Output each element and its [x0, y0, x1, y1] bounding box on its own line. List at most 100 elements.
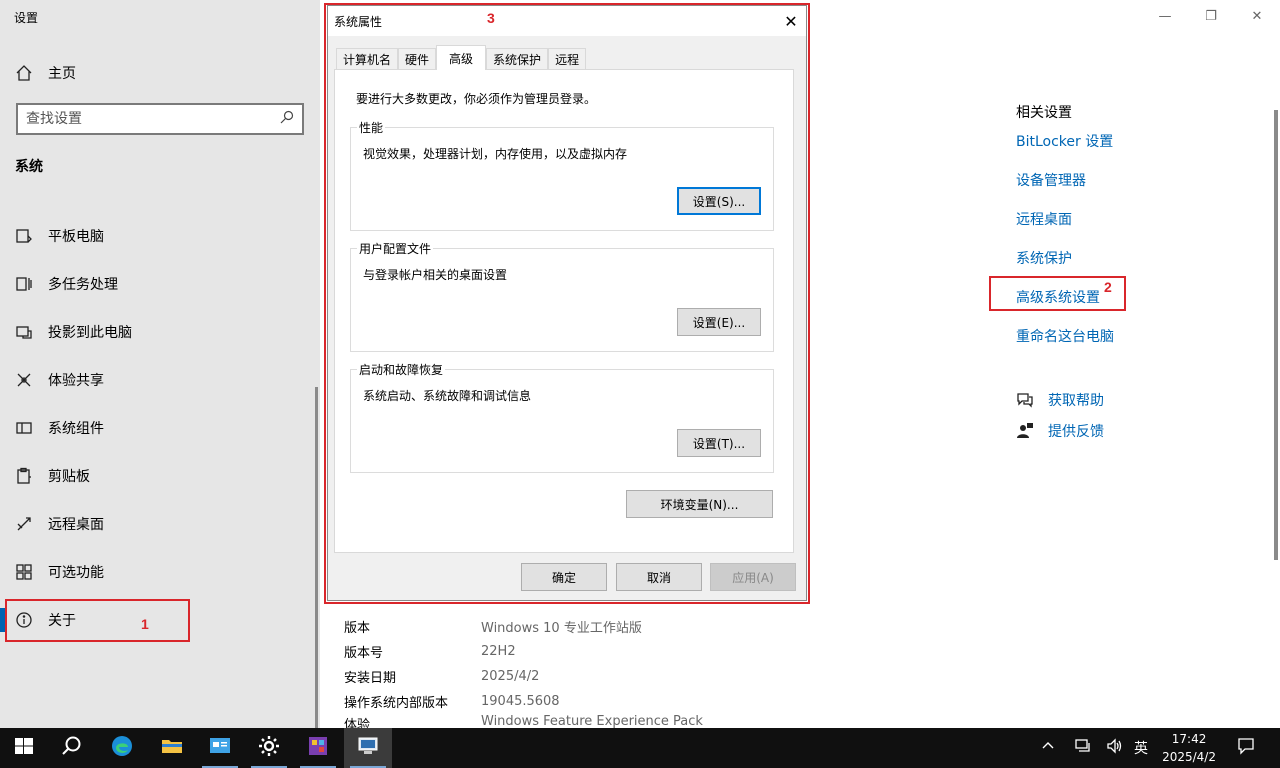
section-title: 系统 [15, 159, 43, 175]
spec-label: 体验 [344, 718, 371, 728]
tray-overflow-button[interactable] [1040, 728, 1056, 768]
rename-pc-link[interactable]: 重命名这台电脑 [1016, 327, 1114, 366]
sidebar-item-label: 远程桌面 [48, 517, 104, 533]
nav-home-label: 主页 [48, 66, 76, 82]
spec-value: 19045.5608 [481, 694, 560, 709]
app-taskbar-button[interactable] [294, 728, 342, 768]
network-tray-icon-button[interactable] [1074, 728, 1092, 768]
sidebar-item-label: 系统组件 [48, 421, 104, 437]
spec-label: 操作系统内部版本 [344, 696, 449, 711]
bitlocker-link[interactable]: BitLocker 设置 [1016, 132, 1114, 171]
main-scrollbar[interactable] [1274, 110, 1278, 560]
sidebar-item-multitask[interactable]: 多任务处理 [0, 260, 320, 308]
close-icon: ✕ [1251, 8, 1263, 24]
spec-row: 体验 Windows Feature Experience Pack [344, 714, 703, 728]
home-icon [14, 63, 34, 83]
control-panel-button[interactable] [196, 728, 244, 768]
sidebar-item-label: 投影到此电脑 [48, 325, 132, 341]
sidebar-scrollbar[interactable] [315, 387, 318, 728]
sidebar-item-label: 剪贴板 [48, 469, 90, 485]
annotation-box-3 [324, 3, 810, 604]
spec-value: Windows Feature Experience Pack [481, 714, 703, 728]
restore-icon: ❐ [1205, 8, 1217, 24]
nav-home[interactable]: 主页 [0, 56, 320, 90]
sidebar-item-share[interactable]: 体验共享 [0, 356, 320, 404]
windows-spec-table: 版本 Windows 10 专业工作站版 版本号 22H2 安装日期 2025/4/2… [344, 614, 703, 728]
edge-button[interactable] [98, 728, 146, 768]
ime-indicator[interactable]: 英 [1134, 728, 1148, 768]
multitask-icon [14, 274, 34, 294]
spec-row: 操作系统内部版本 19045.5608 [344, 689, 703, 714]
windows-logo-icon [12, 734, 36, 762]
app-title: 设置 [14, 11, 39, 25]
sidebar-item-project[interactable]: 投影到此电脑 [0, 308, 320, 356]
components-icon [14, 418, 34, 438]
close-window-button[interactable]: ✕ [1234, 0, 1280, 32]
notification-icon [1236, 736, 1256, 760]
volume-icon [1106, 737, 1124, 759]
share-icon [14, 370, 34, 390]
sidebar-item-components[interactable]: 系统组件 [0, 404, 320, 452]
spec-label: 版本 [344, 621, 371, 636]
window-controls: — ❐ ✕ [1142, 0, 1280, 32]
annotation-number-1: 1 [141, 616, 149, 632]
search-input[interactable] [26, 111, 266, 127]
spec-value: 22H2 [481, 644, 516, 659]
feedback-label: 提供反馈 [1048, 424, 1104, 440]
computer-icon [356, 734, 380, 762]
gear-icon [257, 734, 281, 762]
sidebar-item-tablet[interactable]: 平板电脑 [0, 212, 320, 260]
settings-taskbar-button[interactable] [245, 728, 293, 768]
search-icon [60, 734, 84, 762]
chat-help-icon [1016, 391, 1034, 409]
device-manager-link[interactable]: 设备管理器 [1016, 171, 1114, 210]
restore-button[interactable]: ❐ [1188, 0, 1234, 32]
get-help-link[interactable]: 获取帮助 [1016, 390, 1104, 410]
minimize-button[interactable]: — [1142, 0, 1188, 32]
spec-label: 版本号 [344, 646, 384, 661]
sidebar-item-label: 可选功能 [48, 565, 104, 581]
system-properties-taskbar-button[interactable] [344, 728, 392, 768]
sidebar-item-label: 多任务处理 [48, 277, 118, 293]
sidebar-item-remote-desktop[interactable]: 远程桌面 [0, 500, 320, 548]
optional-features-icon [14, 562, 34, 582]
folder-icon [160, 734, 184, 762]
remote-desktop-link[interactable]: 远程桌面 [1016, 210, 1114, 249]
search-taskbar-button[interactable] [48, 728, 96, 768]
minimize-icon: — [1158, 8, 1172, 24]
app-icon [306, 734, 330, 762]
annotation-number-2: 2 [1104, 279, 1112, 295]
chevron-up-icon [1040, 738, 1056, 758]
search-box[interactable] [16, 103, 304, 135]
network-icon [1074, 737, 1092, 759]
file-explorer-button[interactable] [148, 728, 196, 768]
start-button[interactable] [0, 728, 48, 768]
volume-tray-button[interactable] [1106, 728, 1124, 768]
related-settings-title: 相关设置 [1016, 105, 1072, 121]
sidebar-item-label: 平板电脑 [48, 229, 104, 245]
clock[interactable]: 17:42 2025/4/2 [1162, 730, 1216, 766]
feedback-icon [1016, 422, 1034, 440]
feedback-link[interactable]: 提供反馈 [1016, 421, 1104, 441]
spec-row: 版本 Windows 10 专业工作站版 [344, 614, 703, 639]
spec-row: 版本号 22H2 [344, 639, 703, 664]
project-icon [14, 322, 34, 342]
clock-date: 2025/4/2 [1162, 750, 1216, 764]
annotation-box-1 [5, 599, 190, 642]
spec-value: Windows 10 专业工作站版 [481, 621, 642, 636]
spec-label: 安装日期 [344, 671, 397, 686]
remote-desktop-icon [14, 514, 34, 534]
sidebar-item-optional-features[interactable]: 可选功能 [0, 548, 320, 596]
nav-list: 平板电脑 多任务处理 投影到此电脑 体验共享 系统组件 剪贴板 远程桌面 可选功… [0, 212, 320, 644]
control-panel-icon [208, 734, 232, 762]
get-help-label: 获取帮助 [1048, 393, 1104, 409]
sidebar-item-label: 体验共享 [48, 373, 104, 389]
clipboard-icon [14, 466, 34, 486]
search-icon[interactable] [280, 110, 294, 128]
action-center-button[interactable] [1236, 728, 1256, 768]
sidebar-item-clipboard[interactable]: 剪贴板 [0, 452, 320, 500]
spec-row: 安装日期 2025/4/2 [344, 664, 703, 689]
taskbar: 英 17:42 2025/4/2 [0, 728, 1280, 768]
annotation-number-3: 3 [487, 10, 495, 26]
tab-advanced[interactable]: 高级 [436, 45, 487, 70]
